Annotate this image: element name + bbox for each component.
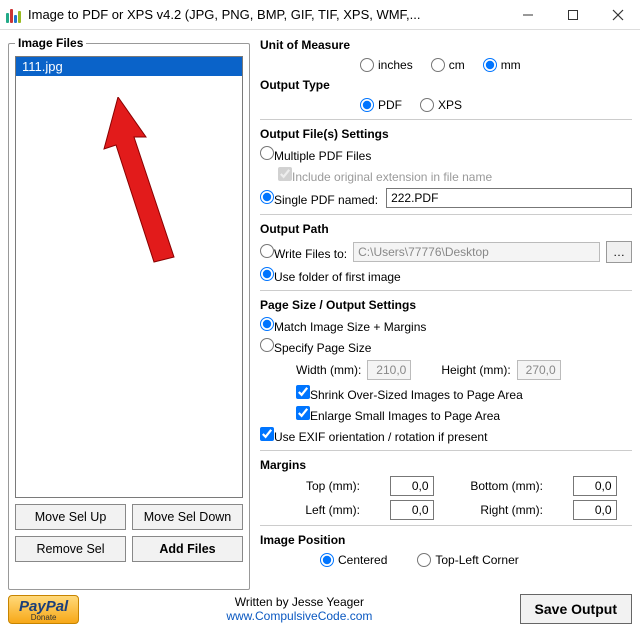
margins-legend: Margins (260, 458, 632, 472)
unit-cm-radio[interactable]: cm (431, 58, 465, 72)
unit-legend: Unit of Measure (260, 38, 632, 52)
margin-left-label: Left (mm): (280, 503, 360, 517)
titlebar: Image to PDF or XPS v4.2 (JPG, PNG, BMP,… (0, 0, 640, 30)
width-label: Width (mm): (296, 363, 361, 377)
maximize-button[interactable] (550, 0, 595, 30)
output-xps-radio[interactable]: XPS (420, 98, 462, 112)
image-files-legend: Image Files (15, 36, 86, 50)
margin-left-input[interactable] (390, 500, 434, 520)
enlarge-check[interactable]: Enlarge Small Images to Page Area (296, 406, 500, 423)
close-button[interactable] (595, 0, 640, 30)
match-size-radio[interactable]: Match Image Size + Margins (260, 317, 426, 334)
height-label: Height (mm): (441, 363, 510, 377)
list-item[interactable]: 111.jpg (16, 57, 242, 76)
annotation-arrow-icon (86, 97, 196, 267)
output-path-input (353, 242, 600, 262)
outpath-legend: Output Path (260, 222, 632, 236)
file-list[interactable]: 111.jpg (15, 56, 243, 498)
outfiles-legend: Output File(s) Settings (260, 127, 632, 141)
browse-button[interactable]: … (606, 241, 632, 263)
multiple-pdf-radio[interactable]: Multiple PDF Files (260, 146, 371, 163)
write-to-radio[interactable]: Write Files to: (260, 244, 347, 261)
position-legend: Image Position (260, 533, 632, 547)
author-label: Written by Jesse Yeager (89, 595, 509, 609)
paypal-donate-button[interactable]: PayPal Donate (8, 595, 79, 624)
output-pdf-radio[interactable]: PDF (360, 98, 402, 112)
use-folder-radio[interactable]: Use folder of first image (260, 267, 401, 284)
app-icon (6, 7, 22, 23)
shrink-check[interactable]: Shrink Over-Sized Images to Page Area (296, 385, 523, 402)
save-output-button[interactable]: Save Output (520, 594, 632, 624)
single-pdf-radio[interactable]: Single PDF named: (260, 190, 378, 207)
include-ext-check: Include original extension in file name (278, 167, 492, 184)
ellipsis-icon: … (613, 245, 625, 259)
centered-radio[interactable]: Centered (320, 553, 387, 567)
output-type-legend: Output Type (260, 78, 632, 92)
footer: PayPal Donate Written by Jesse Yeager ww… (0, 590, 640, 630)
credits: Written by Jesse Yeager www.CompulsiveCo… (89, 595, 509, 624)
website-link[interactable]: www.CompulsiveCode.com (226, 609, 372, 623)
margin-bottom-input[interactable] (573, 476, 617, 496)
unit-mm-radio[interactable]: mm (483, 58, 521, 72)
move-down-button[interactable]: Move Sel Down (132, 504, 243, 530)
single-filename-input[interactable] (386, 188, 632, 208)
margin-bottom-label: Bottom (mm): (463, 479, 543, 493)
remove-button[interactable]: Remove Sel (15, 536, 126, 562)
move-up-button[interactable]: Move Sel Up (15, 504, 126, 530)
topleft-radio[interactable]: Top-Left Corner (417, 553, 518, 567)
margin-right-label: Right (mm): (463, 503, 543, 517)
window-title: Image to PDF or XPS v4.2 (JPG, PNG, BMP,… (28, 7, 421, 22)
width-input (367, 360, 411, 380)
margin-right-input[interactable] (573, 500, 617, 520)
margin-top-label: Top (mm): (280, 479, 360, 493)
image-files-group: Image Files 111.jpg Move Sel Up Move Sel… (8, 36, 250, 590)
add-files-button[interactable]: Add Files (132, 536, 243, 562)
height-input (517, 360, 561, 380)
pagesize-legend: Page Size / Output Settings (260, 298, 632, 312)
margin-top-input[interactable] (390, 476, 434, 496)
unit-inches-radio[interactable]: inches (360, 58, 413, 72)
exif-check[interactable]: Use EXIF orientation / rotation if prese… (260, 427, 487, 444)
specify-size-radio[interactable]: Specify Page Size (260, 338, 371, 355)
minimize-button[interactable] (505, 0, 550, 30)
